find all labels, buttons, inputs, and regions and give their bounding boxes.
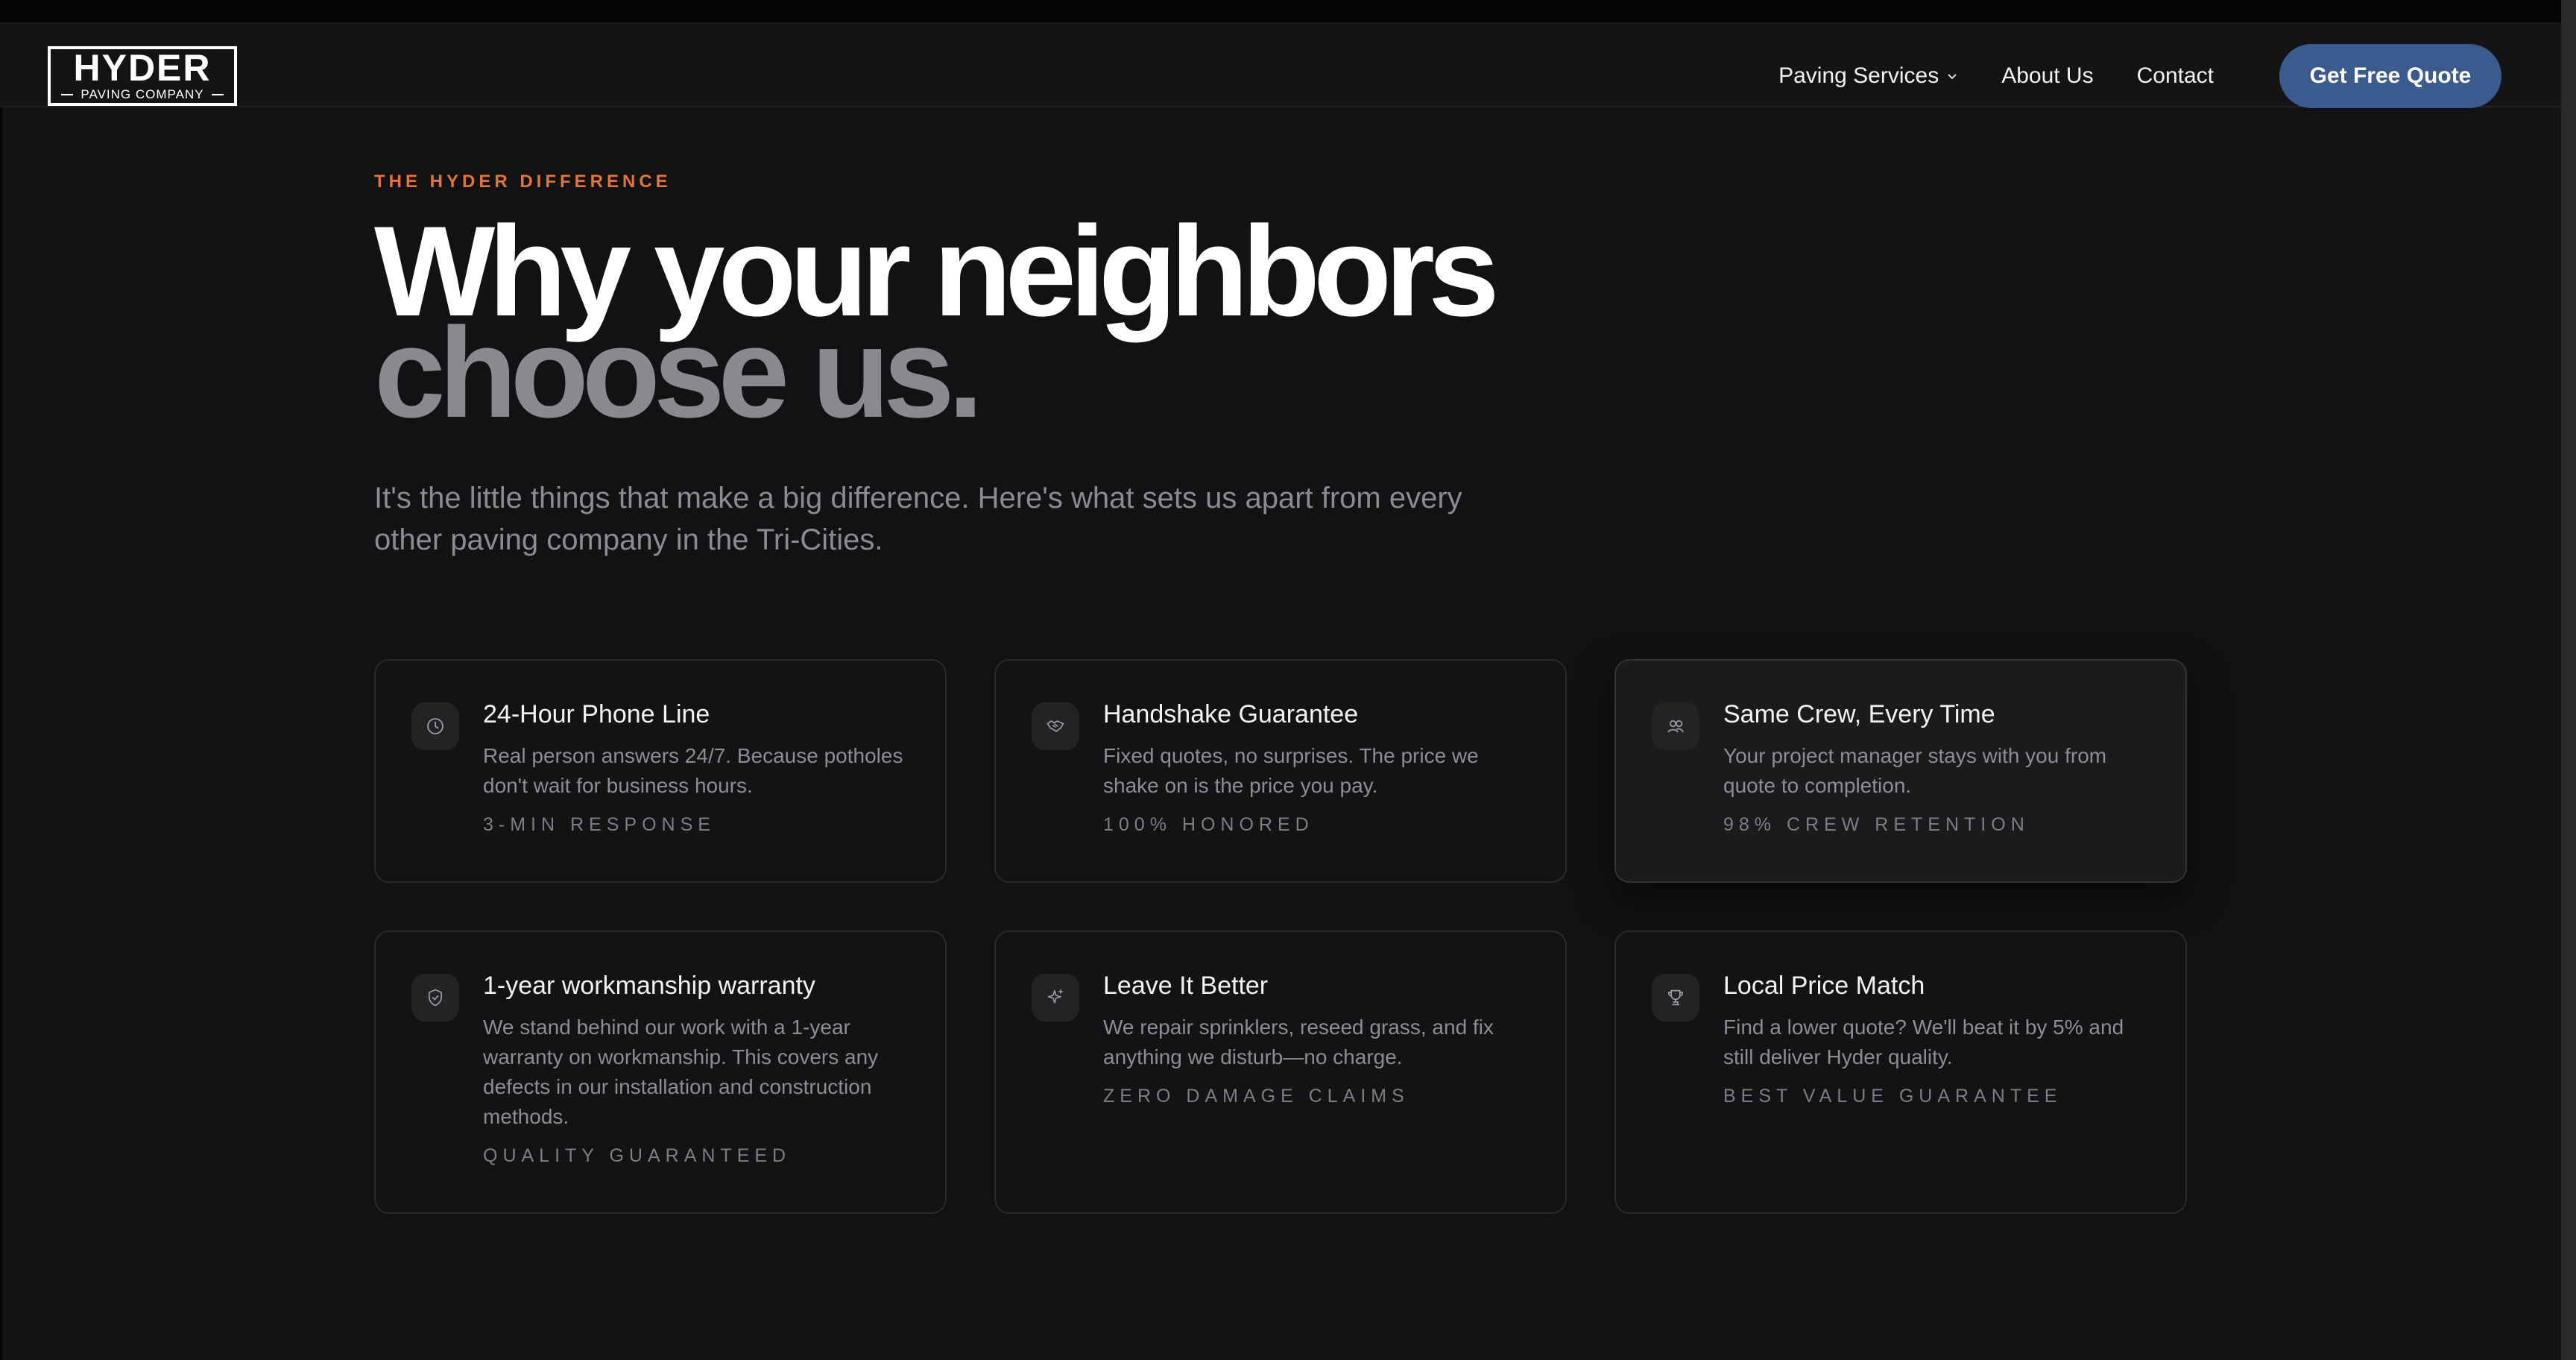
feature-description: We stand behind our work with a 1-year w… xyxy=(483,1016,879,1128)
feature-metric: 100% HONORED xyxy=(1103,814,1314,835)
feature-card-handshake: Handshake Guarantee Fixed quotes, no sur… xyxy=(994,659,1567,883)
trophy-icon xyxy=(1652,974,1699,1021)
handshake-icon xyxy=(1032,702,1079,750)
main-nav: Paving Services About Us Contact Get Fre… xyxy=(1778,44,2501,108)
section-headline: Why your neighbors choose us. xyxy=(374,207,1500,437)
users-icon xyxy=(1652,702,1699,750)
scrollbar-track[interactable] xyxy=(2561,0,2576,1360)
page: HYDER PAVING COMPANY Paving Services Abo… xyxy=(0,0,2576,1360)
feature-title: 24-Hour Phone Line xyxy=(483,700,710,728)
logo-subtitle: PAVING COMPANY xyxy=(61,87,224,102)
left-edge xyxy=(0,0,2,1360)
feature-card-phone-line: 24-Hour Phone Line Real person answers 2… xyxy=(374,659,947,883)
section-eyebrow: THE HYDER DIFFERENCE xyxy=(374,171,672,192)
nav-paving-services[interactable]: Paving Services xyxy=(1778,63,1958,89)
feature-description: Find a lower quote? We'll beat it by 5% … xyxy=(1723,1016,2124,1068)
feature-metric: BEST VALUE GUARANTEE xyxy=(1723,1086,2062,1106)
feature-title: Leave It Better xyxy=(1103,972,1269,1000)
get-free-quote-button[interactable]: Get Free Quote xyxy=(2279,44,2501,108)
feature-description: Fixed quotes, no surprises. The price we… xyxy=(1103,744,1479,797)
feature-card-same-crew: Same Crew, Every Time Your project manag… xyxy=(1614,659,2187,883)
feature-card-warranty: 1-year workmanship warranty We stand beh… xyxy=(374,931,947,1214)
logo-dash-left xyxy=(61,94,74,95)
feature-metric: 3-MIN RESPONSE xyxy=(483,814,716,835)
feature-card-price-match: Local Price Match Find a lower quote? We… xyxy=(1614,931,2187,1214)
logo-subtitle-text: PAVING COMPANY xyxy=(80,87,204,101)
feature-metric: ZERO DAMAGE CLAIMS xyxy=(1103,1086,1409,1106)
sparkle-icon xyxy=(1032,974,1079,1021)
feature-title: 1-year workmanship warranty xyxy=(483,972,815,1000)
feature-description: We repair sprinklers, reseed grass, and … xyxy=(1103,1016,1494,1068)
feature-metric: QUALITY GUARANTEED xyxy=(483,1145,792,1166)
feature-card-leave-it-better: Leave It Better We repair sprinklers, re… xyxy=(994,931,1567,1214)
feature-title: Same Crew, Every Time xyxy=(1723,700,1995,728)
feature-metric: 98% CREW RETENTION xyxy=(1723,814,2030,835)
feature-description: Your project manager stays with you from… xyxy=(1723,744,2107,797)
nav-paving-services-label: Paving Services xyxy=(1778,63,1939,88)
chevron-down-icon xyxy=(1948,74,1957,80)
feature-title: Local Price Match xyxy=(1723,972,1925,1000)
shield-check-icon xyxy=(411,974,459,1021)
nav-about-us-label: About Us xyxy=(2001,63,2094,88)
site-header: HYDER PAVING COMPANY Paving Services Abo… xyxy=(0,22,2561,108)
clock-icon xyxy=(411,702,459,750)
nav-about-us[interactable]: About Us xyxy=(2001,63,2093,89)
nav-contact[interactable]: Contact xyxy=(2137,63,2214,89)
section-lead: It's the little things that make a big d… xyxy=(374,482,1462,556)
logo-wordmark: HYDER xyxy=(73,47,212,89)
nav-contact-label: Contact xyxy=(2136,63,2214,88)
browser-top-strip xyxy=(0,0,2576,22)
feature-description: Real person answers 24/7. Because pothol… xyxy=(483,744,903,797)
logo-dash-right xyxy=(211,94,224,95)
feature-title: Handshake Guarantee xyxy=(1103,700,1359,728)
company-logo[interactable]: HYDER PAVING COMPANY xyxy=(48,46,237,106)
